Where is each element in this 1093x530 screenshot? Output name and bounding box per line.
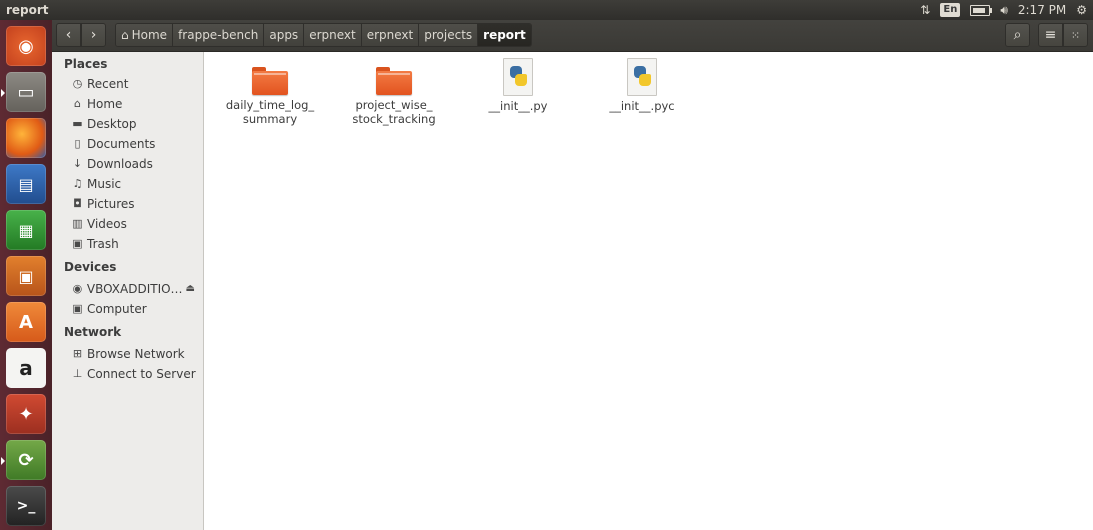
toolbar: ‹ › ⌂ Home frappe-bench apps erpnext erpn… [52, 20, 1093, 52]
back-button[interactable]: ‹ [56, 23, 81, 47]
file-label: __init__.py [488, 99, 548, 113]
grid-view-button[interactable]: ⁙ [1063, 23, 1088, 47]
network-arrows-icon[interactable]: ⇅ [920, 3, 930, 17]
path-bar: ⌂ Home frappe-bench apps erpnext erpnext … [115, 23, 532, 47]
top-panel: report ⇅ En 🔊︎ 2:17 PM ⚙ [0, 0, 1093, 20]
file-label: project_wise_ stock_tracking [352, 98, 436, 126]
file-item-python[interactable]: __init__.pyc [582, 58, 702, 113]
folder-icon [376, 67, 412, 95]
sidebar-item-vboxadditions[interactable]: ◉ VBOXADDITIO… ⏏ [52, 279, 203, 299]
gear-icon[interactable]: ⚙ [1076, 3, 1087, 17]
libreoffice-calc-icon[interactable]: ▦ [6, 210, 46, 250]
keyboard-layout-indicator[interactable]: En [940, 3, 961, 17]
file-label: __init__.pyc [609, 99, 675, 113]
volume-icon[interactable]: 🔊︎ [1000, 3, 1008, 18]
crumb-home[interactable]: ⌂ Home [116, 24, 174, 46]
folder-icon [252, 67, 288, 95]
download-icon: ↓ [72, 157, 83, 170]
forward-button[interactable]: › [81, 23, 106, 47]
computer-icon: ▣ [72, 302, 83, 315]
file-manager-window: ‹ › ⌂ Home frappe-bench apps erpnext erpn… [52, 20, 1093, 530]
file-item-folder[interactable]: daily_time_log_ summary [210, 62, 330, 126]
clock[interactable]: 2:17 PM [1018, 3, 1066, 17]
battery-icon[interactable] [970, 4, 993, 16]
camera-icon: ◘ [73, 197, 82, 210]
crumb-erpnext-module[interactable]: erpnext [361, 24, 420, 46]
sidebar-item-browse-network[interactable]: ⊞ Browse Network [52, 344, 203, 364]
places-heading: Places [64, 57, 108, 71]
libreoffice-writer-icon[interactable]: ▤ [6, 164, 46, 204]
sidebar-item-documents[interactable]: ▯ Documents [52, 134, 203, 154]
search-icon: ⌕ [1013, 27, 1022, 43]
home-icon: ⌂ [121, 28, 129, 42]
chevron-right-icon: › [90, 27, 97, 43]
clock-icon: ◷ [72, 77, 83, 90]
view-menu-button[interactable]: ≡ [1038, 23, 1063, 47]
eject-icon[interactable]: ⏏ [186, 279, 195, 299]
libreoffice-impress-icon[interactable]: ▣ [6, 256, 46, 296]
sidebar-item-music[interactable]: ♫ Music [52, 174, 203, 194]
search-button[interactable]: ⌕ [1005, 23, 1030, 47]
files-app-icon[interactable]: ▭ [1, 72, 46, 112]
film-icon: ▥ [72, 217, 83, 230]
file-view: daily_time_log_ summary project_wise_ st… [204, 52, 1093, 530]
sidebar-item-videos[interactable]: ▥ Videos [52, 214, 203, 234]
file-label: daily_time_log_ summary [225, 98, 315, 126]
folder-icon: ▬ [72, 117, 83, 130]
network-heading: Network [64, 325, 122, 339]
window-title: report [6, 3, 49, 17]
network-icon: ⊞ [72, 347, 83, 360]
indicator-area: ⇅ En 🔊︎ 2:17 PM ⚙ [920, 3, 1093, 18]
music-icon: ♫ [72, 177, 83, 190]
crumb-apps[interactable]: apps [264, 24, 305, 46]
python-file-icon [627, 58, 657, 96]
chevron-left-icon: ‹ [65, 27, 72, 43]
sidebar: Places ◷ Recent ⌂ Home ▬ Desktop ▯ Documents… [52, 52, 204, 530]
launcher: ◉ ▭ ▤ ▦ ▣ A a ✦ ⟳ >_ [0, 20, 52, 530]
dash-home-icon[interactable]: ◉ [6, 26, 46, 66]
sidebar-item-trash[interactable]: ▣ Trash [52, 234, 203, 254]
sidebar-item-downloads[interactable]: ↓ Downloads [52, 154, 203, 174]
terminal-icon[interactable]: >_ [6, 486, 46, 526]
grid-icon: ⁙ [1070, 28, 1081, 42]
python-file-icon [503, 58, 533, 96]
software-center-icon[interactable]: A [6, 302, 46, 342]
sidebar-item-desktop[interactable]: ▬ Desktop [52, 114, 203, 134]
sidebar-item-pictures[interactable]: ◘ Pictures [52, 194, 203, 214]
home-icon: ⌂ [74, 97, 81, 110]
crumb-erpnext[interactable]: erpnext [304, 24, 362, 46]
sidebar-item-home[interactable]: ⌂ Home [52, 94, 203, 114]
file-item-python[interactable]: __init__.py [458, 58, 578, 113]
file-item-folder[interactable]: project_wise_ stock_tracking [334, 62, 454, 126]
sidebar-item-computer[interactable]: ▣ Computer [52, 299, 203, 319]
sidebar-item-connect-to-server[interactable]: ⊥ Connect to Server [52, 364, 203, 384]
server-icon: ⊥ [72, 367, 83, 380]
software-updater-icon[interactable]: ⟳ [1, 440, 46, 480]
crumb-frappe-bench[interactable]: frappe-bench [173, 24, 265, 46]
crumb-projects[interactable]: projects [419, 24, 479, 46]
firefox-icon[interactable] [6, 118, 46, 158]
amazon-icon[interactable]: a [6, 348, 46, 388]
hamburger-menu-icon: ≡ [1044, 27, 1057, 43]
sidebar-item-recent[interactable]: ◷ Recent [52, 74, 203, 94]
devices-heading: Devices [64, 260, 117, 274]
document-icon: ▯ [74, 137, 81, 150]
disc-icon: ◉ [72, 282, 83, 295]
crumb-report[interactable]: report [478, 24, 531, 46]
system-settings-icon[interactable]: ✦ [6, 394, 46, 434]
trash-icon: ▣ [72, 237, 83, 250]
